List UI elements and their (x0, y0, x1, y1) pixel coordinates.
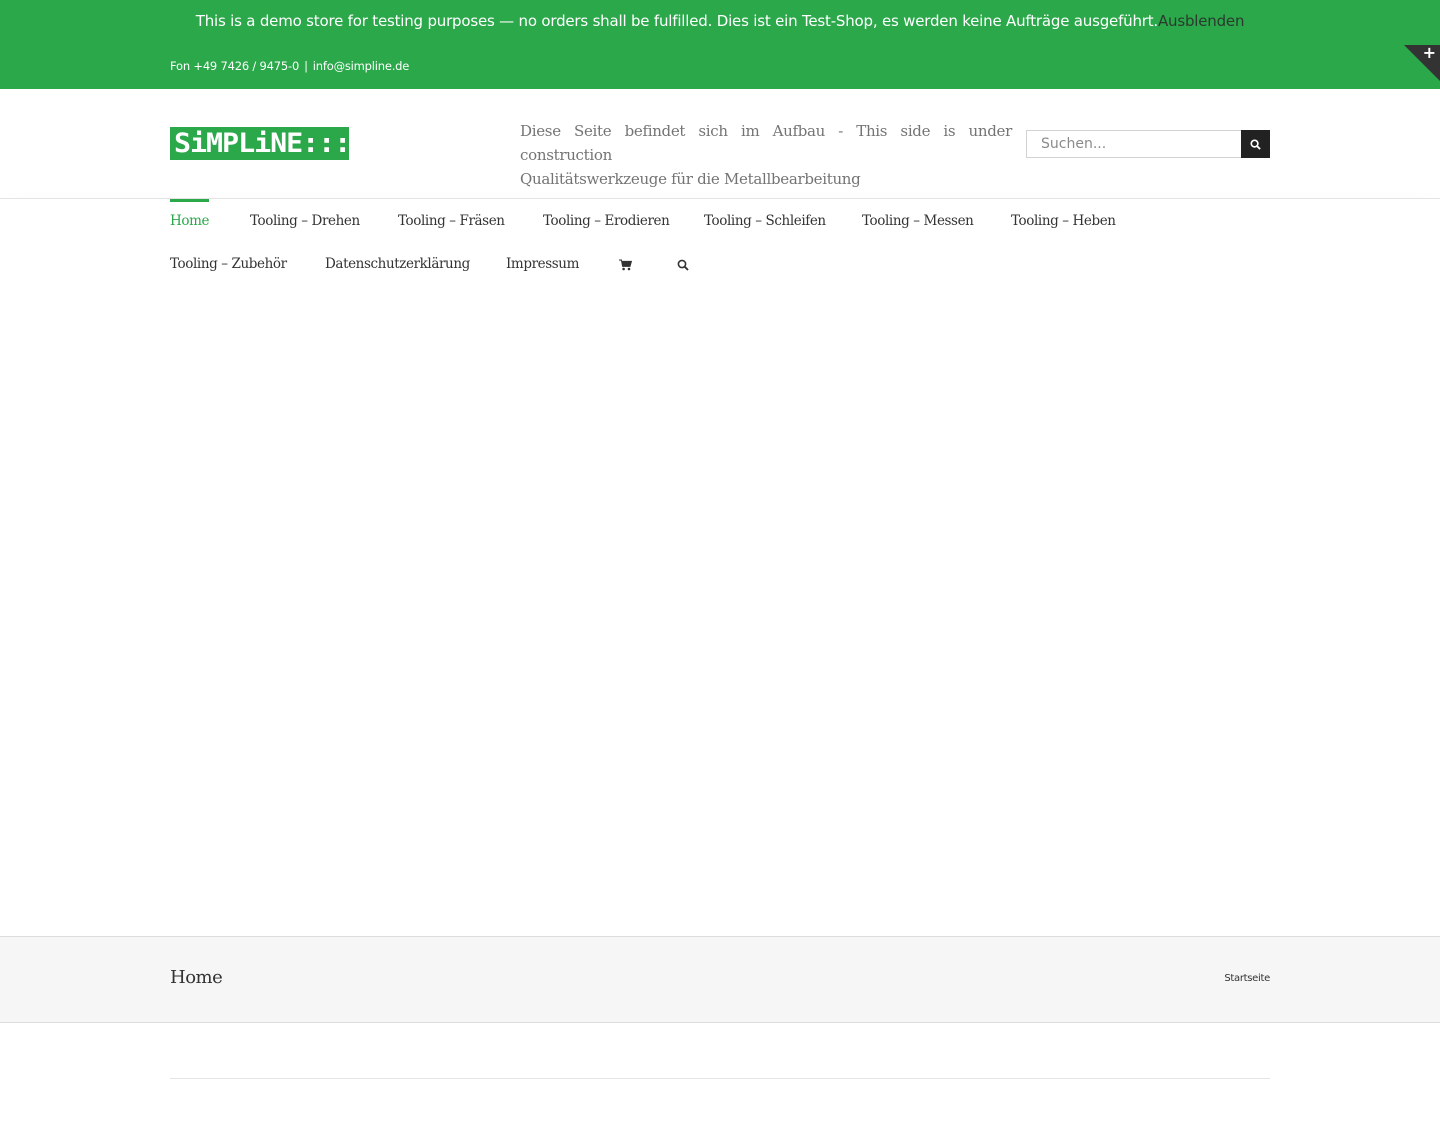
demo-store-notice: This is a demo store for testing purpose… (0, 12, 1440, 30)
nav-item-datenschutz[interactable]: Datenschutzerklärung (325, 256, 470, 272)
search-input[interactable] (1027, 131, 1241, 157)
search-button[interactable] (1241, 130, 1270, 158)
page-title-bar: Home Startseite (0, 936, 1440, 1023)
page-title: Home (170, 967, 223, 988)
demo-store-bar: This is a demo store for testing purpose… (0, 0, 1440, 89)
nav-item-tooling-heben[interactable]: Tooling – Heben (1011, 213, 1116, 229)
nav-item-tooling-fraesen[interactable]: Tooling – Fräsen (398, 213, 505, 229)
phone-number: Fon +49 7426 / 9475-0 (170, 59, 300, 73)
email-link[interactable]: info@simpline.de (313, 59, 410, 73)
content-divider (170, 1078, 1270, 1079)
cart-icon[interactable] (619, 259, 632, 271)
sliding-bar-toggle[interactable]: + (1404, 45, 1440, 81)
contact-info: Fon +49 7426 / 9475-0 | info@simpline.de (170, 59, 409, 73)
contact-separator: | (304, 59, 308, 73)
logo-wordmark: SiMPLiNE::: (174, 128, 349, 159)
nav-item-home[interactable]: Home (170, 199, 209, 229)
plus-icon: + (1422, 45, 1436, 62)
nav-item-tooling-messen[interactable]: Tooling – Messen (862, 213, 974, 229)
nav-item-tooling-schleifen[interactable]: Tooling – Schleifen (704, 213, 826, 229)
tagline-line-2: Qualitätswerkzeuge für die Metallbearbei… (520, 170, 861, 188)
main-navigation: Home Tooling – Drehen Tooling – Fräsen T… (0, 199, 1440, 285)
header-tagline: Diese Seite befindet sich im Aufbau - Th… (520, 119, 1012, 191)
nav-item-impressum[interactable]: Impressum (506, 256, 579, 272)
nav-item-tooling-drehen[interactable]: Tooling – Drehen (250, 213, 360, 229)
main-content (0, 285, 1440, 936)
site-logo[interactable]: SiMPLiNE::: (170, 127, 349, 160)
search-icon (1250, 138, 1261, 150)
search-icon[interactable] (677, 259, 689, 271)
tagline-line-1: Diese Seite befindet sich im Aufbau - Th… (520, 122, 1012, 164)
demo-store-notice-text: This is a demo store for testing purpose… (195, 12, 1158, 30)
nav-item-tooling-erodieren[interactable]: Tooling – Erodieren (543, 213, 670, 229)
breadcrumb-home-link[interactable]: Startseite (1224, 973, 1270, 984)
site-header: SiMPLiNE::: Diese Seite befindet sich im… (0, 89, 1440, 199)
header-search (1026, 130, 1270, 158)
nav-item-tooling-zubehoer[interactable]: Tooling – Zubehör (170, 256, 287, 272)
dismiss-notice-link[interactable]: Ausblenden (1158, 12, 1244, 30)
